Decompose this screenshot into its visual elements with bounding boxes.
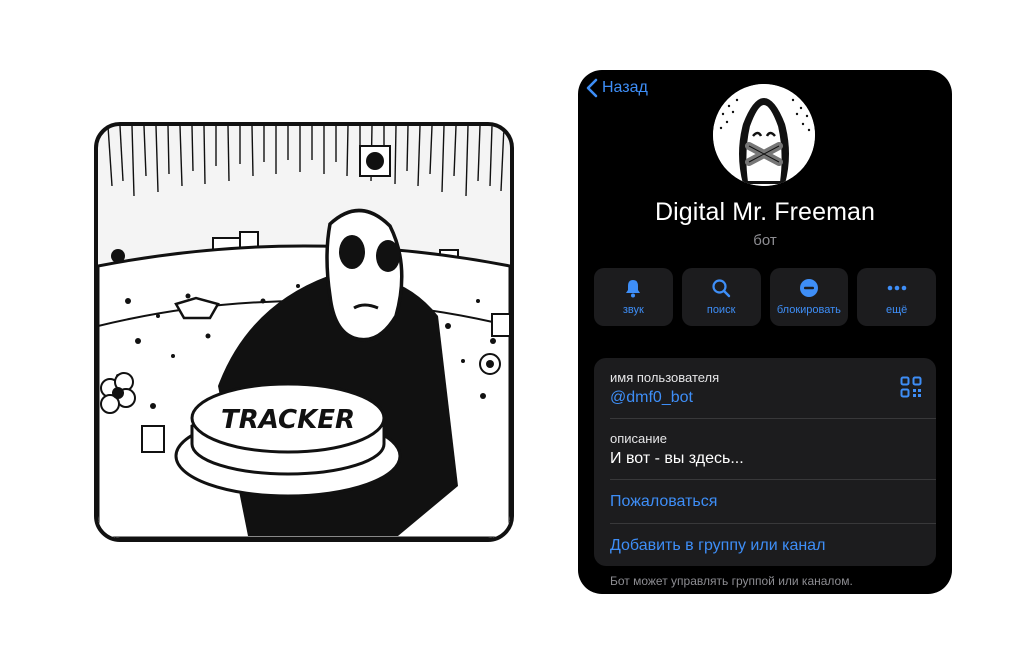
comic-scene: TRACKER [98,126,510,538]
qr-code-icon [900,376,922,398]
action-bar: звук поиск блокировать ещё [594,268,936,326]
info-card: имя пользователя @dmf0_bot описание И во… [594,358,936,566]
more-button[interactable]: ещё [857,268,936,326]
profile-name: Digital Mr. Freeman [654,198,875,226]
report-link[interactable]: Пожаловаться [610,493,717,510]
block-icon [799,279,818,297]
username-title: имя пользователя [610,370,720,385]
sound-button[interactable]: звук [594,268,673,326]
search-button[interactable]: поиск [681,268,761,326]
back-button[interactable]: Назад [586,78,648,98]
username-row[interactable]: имя пользователя @dmf0_bot [610,370,936,407]
description-title: описание [610,431,667,446]
block-button[interactable]: блокировать [769,268,849,326]
description-row: описание И вот - вы здесь... [610,418,936,468]
add-to-group-link[interactable]: Добавить в группу или канал [610,537,825,554]
bell-icon [626,280,641,298]
comic-illustration: TRACKER [94,122,514,542]
block-label: блокировать [776,304,841,316]
footer-note: Бот может управлять группой или каналом. [610,574,853,588]
search-icon [712,279,731,298]
avatar-image [713,84,815,186]
back-label: Назад [602,79,648,96]
description-value: И вот - вы здесь... [610,450,744,467]
search-label: поиск [706,304,736,316]
report-row[interactable]: Пожаловаться [610,479,936,524]
more-icon [887,285,906,291]
qr-code-button[interactable] [900,376,922,403]
tracker-label: TRACKER [221,405,355,435]
add-to-group-row[interactable]: Добавить в группу или канал [610,523,936,566]
more-label: ещё [885,304,908,316]
bot-profile-screen: Назад Digital Mr. Freeman бот звук поиск… [578,70,952,594]
chevron-left-icon [586,78,598,98]
avatar[interactable] [713,84,815,186]
profile-subtitle: бот [753,232,777,249]
username-value[interactable]: @dmf0_bot [610,389,936,407]
sound-label: звук [622,304,644,316]
